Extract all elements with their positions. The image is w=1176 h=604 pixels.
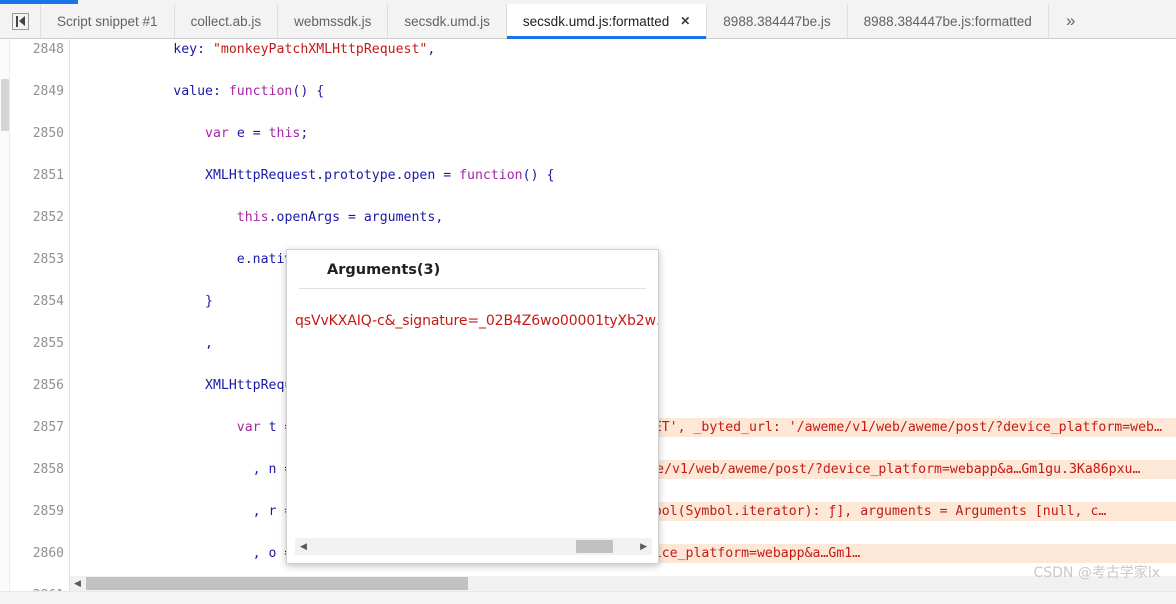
editor-horizontal-scrollbar[interactable]: ◀ [70,576,1176,591]
line-number: 2849 [32,84,64,99]
line-number: 2850 [32,126,64,141]
tab-label: 8988.384447be.js [723,13,831,29]
code-line[interactable]: 2850 var e = this; [0,123,1176,144]
popup-title: Arguments(3) [327,262,441,278]
line-number: 2853 [32,252,64,267]
scroll-left-arrow-icon[interactable]: ◀ [70,579,84,588]
line-number: 2854 [32,294,64,309]
code-editor[interactable]: 2848 key: "monkeyPatchXMLHttpRequest", 2… [0,39,1176,604]
tab-overflow-button[interactable]: » [1048,4,1093,38]
tab-8988-384447be-js-formatted[interactable]: 8988.384447be.js:formatted [847,4,1049,38]
scroll-right-arrow-icon[interactable]: ▶ [635,542,652,551]
editor-horizontal-scrollbar-thumb[interactable] [86,577,468,590]
line-number: 2858 [32,462,64,477]
editor-footer-bar [0,591,1176,604]
popup-value-text: qsVvKXAIQ-c&_signature=_02B4Z6wo00001tyX… [295,313,658,329]
tab-label: secsdk.umd.js [404,13,490,29]
tab-secsdk-umd-js-formatted[interactable]: secsdk.umd.js:formatted ✕ [506,4,708,39]
tab-label: secsdk.umd.js:formatted [522,13,670,29]
code-line[interactable]: 2852 this.openArgs = arguments, [0,207,1176,228]
collapse-left-icon [11,12,29,30]
watermark: CSDN @考古学家lx [1033,565,1160,581]
line-number: 2859 [32,504,64,519]
line-number: 2856 [32,378,64,393]
line-content: , o = [78,546,301,561]
popup-scrollbar-thumb[interactable] [576,540,613,553]
popup-horizontal-scrollbar[interactable]: ◀ ▶ [295,538,652,555]
line-number: 2855 [32,336,64,351]
tab-label: 8988.384447be.js:formatted [863,13,1032,29]
scroll-left-arrow-icon[interactable]: ◀ [295,542,312,551]
line-content: } [78,294,213,309]
code-line[interactable]: 2848 key: "monkeyPatchXMLHttpRequest", [0,39,1176,60]
line-content: this.openArgs = arguments, [236,210,444,225]
line-content: value: function() { [78,84,325,99]
line-content: , [78,336,213,351]
line-number: 2860 [32,546,64,561]
tab-label: Script snippet #1 [57,13,158,29]
object-preview-popup[interactable]: Arguments(3) qsVvKXAIQ-c&_signature=_02B… [286,249,659,564]
tab-collect-ab-js[interactable]: collect.ab.js [174,4,279,38]
editor-tab-bar: Script snippet #1 collect.ab.js webmssdk… [0,4,1176,39]
line-number: 2851 [32,168,64,183]
line-content: var e = this; [205,126,309,141]
code-line[interactable]: 2851 XMLHttpRequest.prototype.open = fun… [0,165,1176,186]
close-icon[interactable]: ✕ [680,15,690,27]
tab-webmssdk-js[interactable]: webmssdk.js [278,4,389,38]
line-content: key: "monkeyPatchXMLHttpRequest", [78,42,436,57]
tab-label: webmssdk.js [294,13,372,29]
line-number: 2848 [32,42,64,57]
line-number: 2852 [32,210,64,225]
line-number: 2857 [32,420,64,435]
devtools-sources-panel: Script snippet #1 collect.ab.js webmssdk… [0,0,1176,604]
tab-script-snippet-1[interactable]: Script snippet #1 [40,4,175,38]
code-line[interactable]: 2849 value: function() { [0,81,1176,102]
tab-8988-384447be-js[interactable]: 8988.384447be.js [707,4,848,38]
line-content: XMLHttpRequest.prototype.open = function… [78,168,555,183]
tab-label: collect.ab.js [190,13,262,29]
collapse-left-button[interactable] [0,4,40,38]
tab-secsdk-umd-js[interactable]: secsdk.umd.js [388,4,507,38]
